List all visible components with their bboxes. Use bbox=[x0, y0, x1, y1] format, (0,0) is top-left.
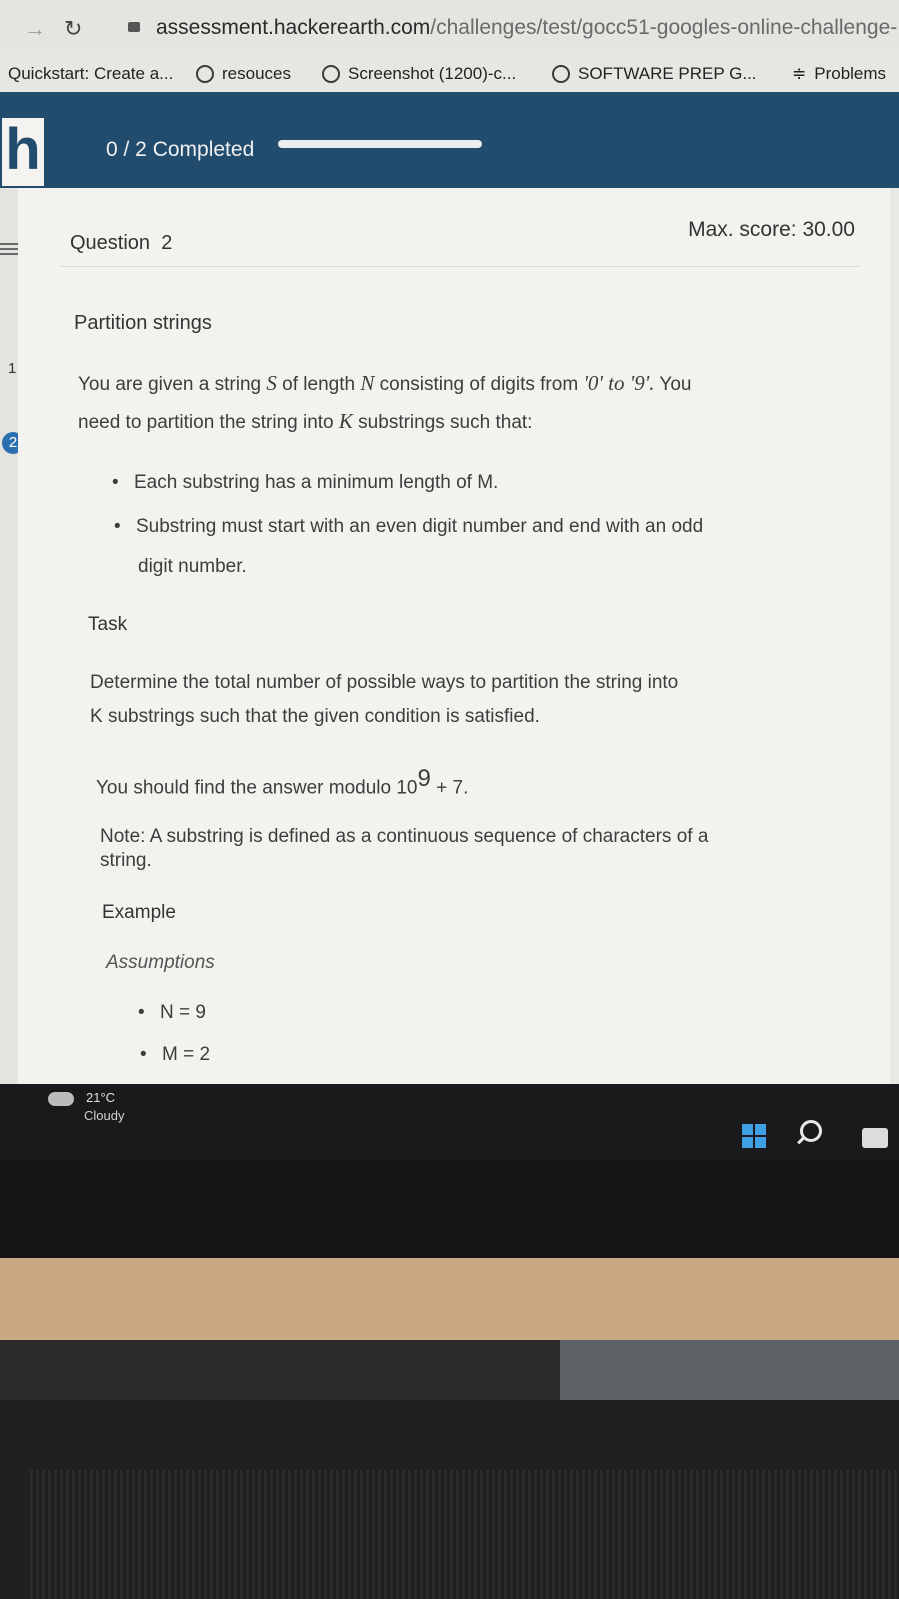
assumption-n: N = 9 bbox=[138, 994, 206, 1032]
task-line-2: K substrings such that the given conditi… bbox=[90, 706, 540, 727]
progress-label: 0 / 2 Completed bbox=[106, 138, 255, 161]
problem-title: Partition strings bbox=[74, 312, 212, 334]
bookmark-software-prep[interactable]: SOFTWARE PREP G... bbox=[552, 64, 757, 84]
assumptions-heading: Assumptions bbox=[106, 952, 215, 973]
bookmark-label: SOFTWARE PREP G... bbox=[578, 64, 757, 83]
monitor-screen: → ↻ assessment.hackerearth.com/challenge… bbox=[0, 0, 899, 1160]
globe-icon bbox=[196, 65, 214, 83]
windows-taskbar bbox=[0, 1084, 899, 1160]
problems-icon: ≑ bbox=[792, 64, 807, 83]
globe-icon bbox=[552, 65, 570, 83]
monitor-bezel bbox=[0, 1160, 899, 1270]
hackerearth-logo[interactable]: h bbox=[2, 118, 44, 186]
task-line-1: Determine the total number of possible w… bbox=[90, 672, 679, 693]
bookmark-label: resouces bbox=[222, 64, 291, 83]
bookmark-screenshot[interactable]: Screenshot (1200)-c... bbox=[322, 64, 516, 84]
keyboard-area bbox=[30, 1470, 899, 1599]
bookmarks-bar: Quickstart: Create a... resouces Screens… bbox=[0, 50, 899, 92]
bookmark-problems[interactable]: ≑ Problems bbox=[792, 64, 886, 84]
max-score: Max. score: 30.00 bbox=[688, 218, 855, 241]
progress-bar bbox=[278, 140, 482, 148]
forward-arrow-icon[interactable]: → bbox=[24, 16, 46, 42]
task-heading: Task bbox=[88, 614, 128, 635]
modulo-text: You should find the answer modulo 109 + … bbox=[96, 765, 469, 799]
url-text[interactable]: assessment.hackerearth.com/challenges/te… bbox=[156, 16, 897, 40]
question-label: Question 2 bbox=[70, 232, 173, 254]
windows-start-icon[interactable] bbox=[742, 1124, 766, 1148]
problem-intro-line-2: need to partition the string into K subs… bbox=[78, 409, 533, 433]
menu-icon[interactable] bbox=[0, 240, 18, 256]
condition-bullet-1: Each substring has a minimum length of M… bbox=[112, 464, 498, 502]
weather-condition: Cloudy bbox=[84, 1108, 125, 1123]
note-line-2: string. bbox=[100, 850, 152, 871]
assumption-m: M = 2 bbox=[140, 1036, 210, 1074]
url-host: assessment.hackerearth.com bbox=[156, 16, 431, 39]
progress-fill bbox=[278, 140, 482, 148]
weather-temperature: 21°C bbox=[86, 1090, 116, 1105]
note-line-1: Note: A substring is defined as a contin… bbox=[100, 826, 709, 847]
reload-icon[interactable]: ↻ bbox=[64, 16, 82, 42]
bookmark-label: Problems bbox=[814, 64, 887, 83]
condition-bullet-2-cont: digit number. bbox=[138, 556, 247, 577]
url-path: /challenges/test/gocc51-googles-online-c… bbox=[430, 16, 898, 39]
example-heading: Example bbox=[102, 902, 176, 923]
lock-icon bbox=[128, 22, 140, 32]
browser-address-bar: → ↻ assessment.hackerearth.com/challenge… bbox=[0, 0, 899, 50]
divider bbox=[60, 266, 860, 267]
bookmark-resouces[interactable]: resouces bbox=[196, 64, 291, 84]
search-icon[interactable] bbox=[800, 1120, 822, 1142]
question-sidebar bbox=[0, 188, 18, 1088]
question-nav-1[interactable]: 1 bbox=[8, 360, 16, 377]
condition-bullet-2: Substring must start with an even digit … bbox=[114, 508, 703, 546]
cloud-icon[interactable] bbox=[48, 1092, 74, 1106]
bookmark-quickstart[interactable]: Quickstart: Create a... bbox=[8, 64, 173, 84]
bookmark-label: Quickstart: Create a... bbox=[8, 64, 174, 83]
globe-icon bbox=[322, 65, 340, 83]
task-view-icon[interactable] bbox=[862, 1128, 888, 1148]
problem-intro-line-1: You are given a string S of length N con… bbox=[78, 371, 692, 395]
bookmark-label: Screenshot (1200)-c... bbox=[348, 64, 517, 83]
